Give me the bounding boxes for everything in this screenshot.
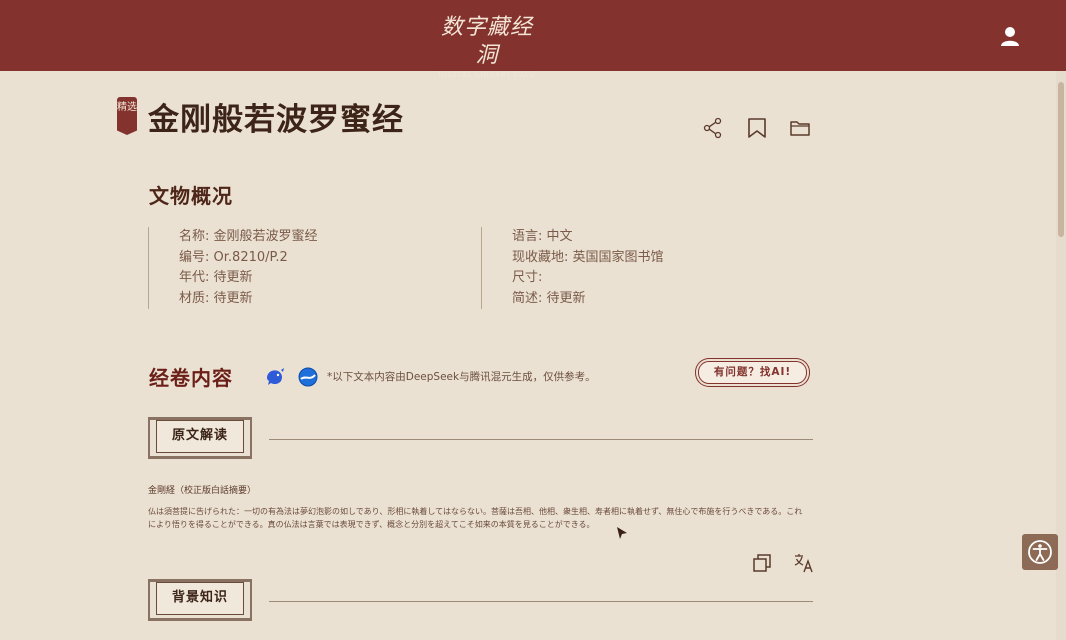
- document-line: により悟りを得ることができる。真の仏法は言葉では表現できず、概念と分別を超えてこ…: [148, 520, 595, 529]
- user-icon[interactable]: [998, 24, 1022, 48]
- info-row-number: 编号: Or.8210/P.2: [179, 249, 288, 265]
- translate-icon[interactable]: [793, 552, 815, 574]
- ask-ai-button[interactable]: 有问题？找AI!: [698, 361, 807, 384]
- info-row-size: 尺寸:: [512, 270, 543, 285]
- ai-disclaimer: *以下文本内容由DeepSeek与腾讯混元生成，仅供参考。: [327, 371, 596, 383]
- info-row-collection: 现收藏地: 英国国家图书馆: [512, 249, 664, 265]
- folder-icon[interactable]: [789, 117, 811, 139]
- tab-original-text-label: 原文解读: [156, 420, 244, 453]
- copy-icon[interactable]: [751, 552, 773, 574]
- tab-background-knowledge[interactable]: 背景知识: [148, 579, 252, 621]
- hunyuan-icon: [298, 367, 318, 387]
- share-icon[interactable]: [702, 117, 724, 139]
- scrollbar-thumb[interactable]: [1058, 82, 1064, 237]
- accessibility-icon: [1028, 540, 1052, 564]
- overview-right-column: 语言: 中文 现收藏地: 英国国家图书馆 尺寸: 简述: 待更新: [481, 227, 801, 309]
- document-body: 仏は須菩提に告げられた：一切の有為法は夢幻泡影の如しであり、形相に執着してはなら…: [148, 505, 812, 531]
- top-header: 数字藏经洞 DIGITAL LIBRARY CAVE: [0, 0, 1066, 79]
- site-logo[interactable]: 数字藏经洞 DIGITAL LIBRARY CAVE: [435, 14, 539, 79]
- section-title-content: 经卷内容: [149, 366, 233, 390]
- logo-english: DIGITAL LIBRARY CAVE: [438, 71, 536, 79]
- info-row-summary: 简述: 待更新: [512, 290, 586, 306]
- bookmark-icon[interactable]: [746, 117, 768, 139]
- deepseek-icon: [267, 368, 284, 385]
- divider: [269, 601, 813, 602]
- tab-background-knowledge-label: 背景知识: [156, 582, 244, 615]
- page-title: 金刚般若波罗蜜经: [148, 102, 404, 138]
- section-title-overview: 文物概况: [149, 184, 233, 208]
- logo-chinese: 数字藏经洞: [440, 15, 533, 68]
- document-subtitle: 金剛経（校正版白話摘要）: [148, 486, 257, 496]
- info-row-language: 语言: 中文: [512, 229, 573, 244]
- info-row-material: 材质: 待更新: [179, 290, 253, 306]
- info-row-name: 名称: 金刚般若波罗蜜经: [179, 229, 318, 244]
- mouse-cursor-icon: [617, 527, 627, 539]
- document-line: 仏は須菩提に告げられた：一切の有為法は夢幻泡影の如しであり、形相に執着してはなら…: [148, 507, 803, 516]
- info-row-era: 年代: 待更新: [179, 270, 253, 285]
- accessibility-button[interactable]: [1022, 534, 1058, 570]
- tab-original-text[interactable]: 原文解读: [148, 417, 252, 459]
- featured-badge: 精选: [117, 97, 137, 135]
- divider: [269, 439, 813, 440]
- overview-left-column: 名称: 金刚般若波罗蜜经 编号: Or.8210/P.2 年代: 待更新 材质:…: [148, 227, 468, 309]
